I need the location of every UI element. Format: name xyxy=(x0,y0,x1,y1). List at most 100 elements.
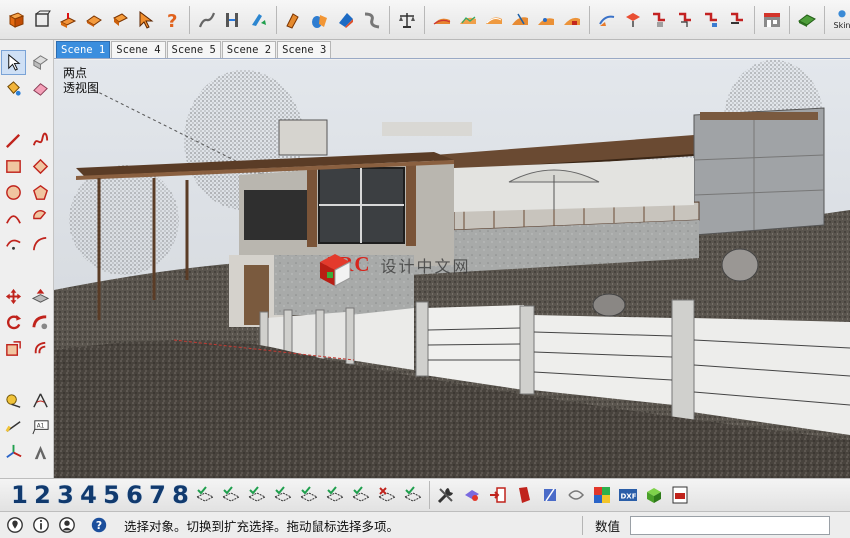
rotate-icon[interactable] xyxy=(108,8,132,32)
text-icon[interactable]: A1 xyxy=(28,414,53,439)
spline-icon[interactable] xyxy=(647,8,671,32)
terrain-icon[interactable] xyxy=(430,8,454,32)
road-icon[interactable] xyxy=(482,8,506,32)
rotated-rectangle-icon[interactable] xyxy=(28,154,53,179)
scale-icon[interactable] xyxy=(395,8,419,32)
3d-text-icon[interactable] xyxy=(28,440,53,465)
plugin-icon[interactable] xyxy=(459,481,485,509)
sandbox-icon[interactable] xyxy=(456,8,480,32)
help-icon[interactable]: ? xyxy=(160,8,184,32)
measurements-input[interactable] xyxy=(630,515,831,535)
tab-scene-1[interactable]: Scene 1 xyxy=(56,41,111,58)
move-icon[interactable] xyxy=(1,284,26,309)
view-6-button[interactable]: 6 xyxy=(123,480,146,510)
dimension-icon[interactable] xyxy=(1,414,26,439)
protractor-icon[interactable] xyxy=(28,388,53,413)
pie-icon[interactable] xyxy=(28,206,53,231)
eraser-icon[interactable] xyxy=(82,8,106,32)
pointer-icon[interactable] xyxy=(134,8,158,32)
sketch-icon[interactable] xyxy=(563,481,589,509)
pipe-icon[interactable] xyxy=(621,8,645,32)
tab-scene-3[interactable]: Scene 3 xyxy=(277,41,332,58)
help-icon[interactable]: ? xyxy=(88,514,110,536)
stair-icon[interactable] xyxy=(534,8,558,32)
circle-icon[interactable] xyxy=(1,180,26,205)
material-icon[interactable] xyxy=(334,8,358,32)
camera-type-line1: 两点 xyxy=(63,66,88,80)
layer-check-icon[interactable] xyxy=(244,481,270,509)
camera-type-line2: 透视图 xyxy=(63,81,100,95)
rotate-icon[interactable] xyxy=(1,310,26,335)
view-3-button[interactable]: 3 xyxy=(54,480,77,510)
path-icon[interactable] xyxy=(560,8,584,32)
tape-icon[interactable] xyxy=(247,8,271,32)
credits-icon[interactable] xyxy=(30,514,52,536)
paint-bucket-icon[interactable] xyxy=(1,76,26,101)
import-icon[interactable] xyxy=(485,481,511,509)
view-5-button[interactable]: 5 xyxy=(100,480,123,510)
layer-check-icon[interactable] xyxy=(218,481,244,509)
rectangle-icon[interactable] xyxy=(1,154,26,179)
pdf-export-icon[interactable] xyxy=(667,481,693,509)
tape-measure-icon[interactable] xyxy=(1,388,26,413)
model-viewport[interactable]: 两点 透视图 ARC 设计中文网 xyxy=(54,60,850,478)
measure-icon[interactable] xyxy=(221,8,245,32)
geo-location-icon[interactable] xyxy=(4,514,26,536)
view-1-button[interactable]: 1 xyxy=(8,480,31,510)
arc3-icon[interactable] xyxy=(1,232,26,257)
dxf-export-icon[interactable]: DXF xyxy=(615,481,641,509)
view-4-button[interactable]: 4 xyxy=(77,480,100,510)
component-icon[interactable] xyxy=(795,8,819,32)
box-icon[interactable] xyxy=(30,8,54,32)
layer-check-icon[interactable] xyxy=(270,481,296,509)
status-text: 选择对象。切换到扩充选择。拖动鼠标选择多项。 xyxy=(124,518,400,534)
skin-icon[interactable]: Skin xyxy=(830,8,850,32)
tab-scene-5[interactable]: Scene 5 xyxy=(166,41,221,58)
green-cube-icon[interactable] xyxy=(641,481,667,509)
push-pull-icon[interactable] xyxy=(28,284,53,309)
layer-remove-icon[interactable] xyxy=(374,481,400,509)
section-icon[interactable] xyxy=(282,8,306,32)
camera-icon[interactable] xyxy=(699,8,723,32)
shapes-icon[interactable] xyxy=(308,8,332,32)
tab-scene-2[interactable]: Scene 2 xyxy=(221,41,277,58)
layer-check-icon[interactable] xyxy=(296,481,322,509)
polygon-icon[interactable] xyxy=(28,180,53,205)
color-palette-icon[interactable] xyxy=(589,481,615,509)
tab-scene-4[interactable]: Scene 4 xyxy=(111,41,166,58)
layer-check-icon[interactable] xyxy=(192,481,218,509)
arc-icon[interactable] xyxy=(595,8,619,32)
roof-icon[interactable] xyxy=(508,8,532,32)
top-toolbar: ? Skin xyxy=(0,0,850,40)
line-icon[interactable] xyxy=(195,8,219,32)
tools-icon[interactable] xyxy=(433,481,459,509)
blue-slash-icon[interactable] xyxy=(537,481,563,509)
layer-check-icon[interactable] xyxy=(322,481,348,509)
select-icon[interactable] xyxy=(1,50,26,75)
cube-icon[interactable] xyxy=(4,8,28,32)
pencil-icon[interactable] xyxy=(1,128,26,153)
freehand-icon[interactable] xyxy=(28,128,53,153)
warehouse-icon[interactable] xyxy=(760,8,784,32)
view-8-button[interactable]: 8 xyxy=(169,480,192,510)
scale-icon[interactable] xyxy=(1,336,26,361)
arc2-icon[interactable] xyxy=(28,232,53,257)
follow-me-icon[interactable] xyxy=(28,310,53,335)
toolbar-separator xyxy=(276,5,277,34)
solid-icon[interactable] xyxy=(673,8,697,32)
red-shape-icon[interactable] xyxy=(511,481,537,509)
layer-check-icon[interactable] xyxy=(348,481,374,509)
axes-icon[interactable] xyxy=(1,440,26,465)
layer-check-icon[interactable] xyxy=(400,481,426,509)
push-pull-icon[interactable] xyxy=(56,8,80,32)
component-icon[interactable] xyxy=(28,50,53,75)
arc-icon[interactable] xyxy=(1,206,26,231)
view-7-button[interactable]: 7 xyxy=(146,480,169,510)
user-icon[interactable] xyxy=(56,514,78,536)
solid-icon[interactable] xyxy=(360,8,384,32)
extension-icon[interactable] xyxy=(725,8,749,32)
eraser-icon[interactable] xyxy=(28,76,53,101)
offset-icon[interactable] xyxy=(28,336,53,361)
view-2-button[interactable]: 2 xyxy=(31,480,54,510)
